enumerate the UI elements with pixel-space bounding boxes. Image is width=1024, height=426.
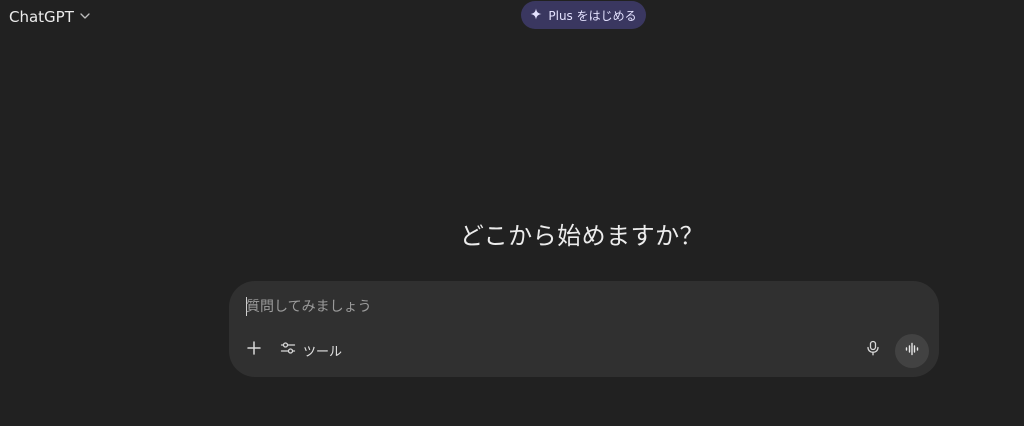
plus-icon bbox=[246, 340, 262, 360]
model-name: ChatGPT bbox=[9, 8, 74, 26]
tools-label: ツール bbox=[303, 344, 343, 360]
voice-waveform-icon bbox=[904, 341, 920, 361]
upgrade-label: Plus をはじめる bbox=[548, 8, 637, 23]
dictate-button[interactable] bbox=[860, 337, 886, 363]
add-attachment-button[interactable] bbox=[241, 337, 267, 363]
model-selector[interactable]: ChatGPT bbox=[9, 5, 91, 29]
prompt-input[interactable] bbox=[246, 295, 846, 319]
chat-page: ChatGPT Plus をはじめる どこから始めますか？ 質問してみましょう … bbox=[0, 0, 1024, 426]
upgrade-plus-button[interactable]: Plus をはじめる bbox=[521, 1, 646, 29]
microphone-icon bbox=[865, 340, 881, 360]
page-headline: どこから始めますか？ bbox=[459, 222, 705, 250]
sparkle-icon bbox=[530, 8, 542, 23]
prompt-composer: ツール bbox=[229, 281, 939, 377]
sliders-icon bbox=[280, 340, 296, 360]
tools-button[interactable]: ツール bbox=[276, 337, 346, 363]
voice-mode-button[interactable] bbox=[895, 334, 929, 368]
chevron-down-icon bbox=[79, 8, 91, 26]
